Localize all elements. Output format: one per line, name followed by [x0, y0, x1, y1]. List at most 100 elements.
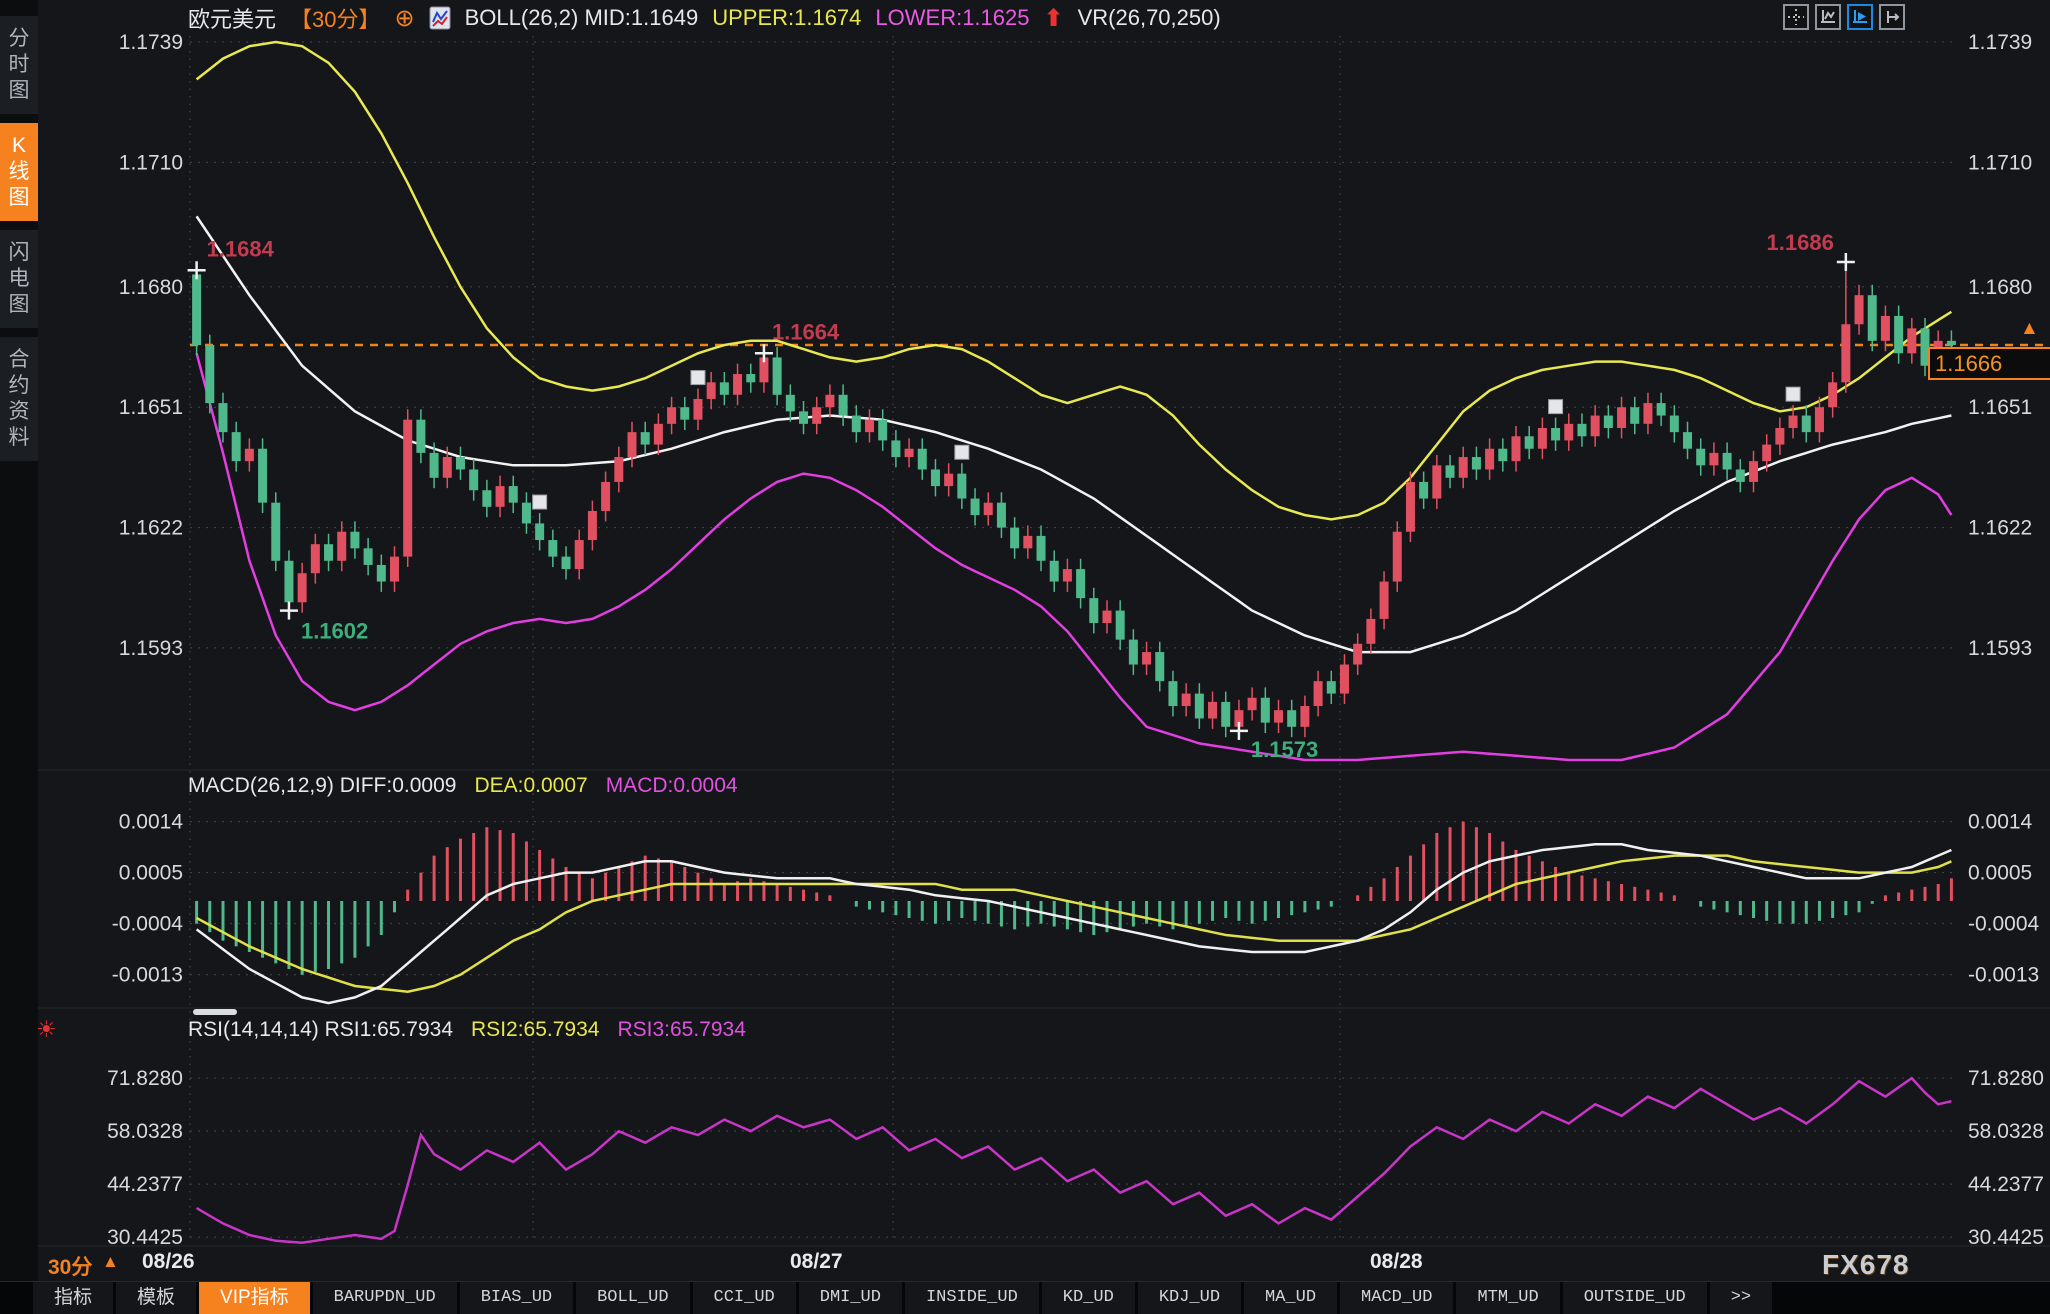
rsi2-value: RSI2:65.7934 — [471, 1018, 599, 1042]
candle-body — [667, 407, 676, 424]
macd-axis-label: 0.0005 — [119, 862, 183, 885]
tab-[interactable]: 指标 — [33, 1282, 113, 1314]
candle-body — [509, 486, 518, 503]
rsi-axis-label: 58.0328 — [107, 1120, 183, 1143]
candle-body — [522, 503, 531, 524]
candle-body — [720, 382, 729, 394]
candle-body — [1709, 453, 1718, 465]
macd-axis-label: -0.0013 — [1968, 964, 2039, 987]
tab-vip[interactable]: VIP指标 — [199, 1282, 310, 1314]
candle-body — [1604, 416, 1613, 428]
candle-body — [456, 457, 465, 469]
tab-kdjud[interactable]: KDJ_UD — [1138, 1282, 1241, 1314]
note-flag[interactable] — [691, 371, 705, 385]
candle-body — [205, 345, 214, 403]
candle-body — [350, 532, 359, 549]
tab-[interactable]: >> — [1710, 1282, 1772, 1314]
note-flag[interactable] — [955, 445, 969, 459]
chart-canvas[interactable]: 1.16841.16021.16641.15731.16861.17391.17… — [0, 0, 2050, 1314]
note-flag[interactable] — [533, 495, 547, 509]
candle-body — [535, 523, 544, 540]
candle-body — [746, 374, 755, 382]
candle-body — [284, 561, 293, 603]
target-icon[interactable]: ⊕ — [395, 4, 415, 33]
tab-mtmud[interactable]: MTM_UD — [1456, 1282, 1559, 1314]
candle-body — [218, 403, 227, 432]
candlestick-chart-icon[interactable] — [429, 6, 451, 30]
sidebar-item-3[interactable]: 合约资料 — [0, 337, 38, 461]
axis-chart-icon[interactable] — [1815, 4, 1841, 30]
y-axis-label: 1.1680 — [119, 276, 183, 299]
tab-barupdnud[interactable]: BARUPDN_UD — [313, 1282, 457, 1314]
tab-insideud[interactable]: INSIDE_UD — [905, 1282, 1039, 1314]
sidebar-item-1[interactable]: K线图 — [0, 123, 38, 221]
note-flag[interactable] — [1549, 400, 1563, 414]
shift-right-icon[interactable] — [1879, 4, 1905, 30]
candle-body — [271, 503, 280, 561]
tab-macdud[interactable]: MACD_UD — [1340, 1282, 1453, 1314]
alert-sun-icon[interactable]: ☀ — [36, 1016, 57, 1043]
axis-play-icon[interactable] — [1847, 4, 1873, 30]
candle-body — [1116, 611, 1125, 640]
note-flag[interactable] — [1786, 387, 1800, 401]
candle-body — [918, 449, 927, 470]
tab-kdud[interactable]: KD_UD — [1042, 1282, 1135, 1314]
y-axis-label: 1.1651 — [119, 396, 183, 419]
rsi-axis-label: 44.2377 — [107, 1173, 183, 1196]
x-axis-date: 08/26 — [142, 1250, 195, 1274]
up-arrow-icon: ⬆ — [1043, 4, 1063, 33]
candle-body — [878, 420, 887, 441]
candle-body — [601, 482, 610, 511]
y-axis-label: 1.1593 — [1968, 637, 2032, 660]
tab-biasud[interactable]: BIAS_UD — [460, 1282, 573, 1314]
candle-body — [839, 395, 848, 416]
x-axis-date: 08/27 — [790, 1250, 843, 1274]
period-label[interactable]: 【30分】 — [290, 2, 380, 34]
price-marker-label: 1.1602 — [301, 619, 368, 644]
tab-outsideud[interactable]: OUTSIDE_UD — [1563, 1282, 1707, 1314]
panel-resize-handle[interactable] — [193, 1009, 237, 1015]
candle-body — [891, 440, 900, 457]
sidebar-item-0[interactable]: 分时图 — [0, 16, 38, 114]
candle-body — [364, 548, 373, 565]
candle-body — [1459, 457, 1468, 478]
candle-body — [496, 486, 505, 507]
candle-body — [1261, 698, 1270, 723]
candle-body — [680, 407, 689, 419]
crosshair-icon[interactable] — [1783, 4, 1809, 30]
candle-body — [1907, 328, 1916, 353]
tab-cciud[interactable]: CCI_UD — [693, 1282, 796, 1314]
candle-body — [1050, 561, 1059, 582]
candle-body — [1538, 428, 1547, 449]
tab-maud[interactable]: MA_UD — [1244, 1282, 1337, 1314]
footer-period-caret-icon[interactable]: ▲ — [102, 1252, 119, 1272]
candle-body — [1380, 582, 1389, 619]
candle-body — [852, 416, 861, 433]
candle-body — [1630, 407, 1639, 424]
sidebar-item-2[interactable]: 闪电图 — [0, 230, 38, 328]
candle-body — [232, 432, 241, 461]
rsi-axis-label: 58.0328 — [1968, 1120, 2044, 1143]
footer-period[interactable]: 30分 — [48, 1251, 92, 1281]
candle-body — [1076, 569, 1085, 598]
y-axis-label: 1.1680 — [1968, 276, 2032, 299]
tab-dmiud[interactable]: DMI_UD — [799, 1282, 902, 1314]
candle-body — [693, 399, 702, 420]
candle-body — [1432, 465, 1441, 498]
candle-body — [482, 490, 491, 507]
candle-body — [1248, 698, 1257, 710]
tab-[interactable]: 模板 — [116, 1282, 196, 1314]
price-marker-label: 1.1664 — [772, 319, 840, 344]
candle-body — [1512, 436, 1521, 461]
candle-body — [773, 357, 782, 394]
candle-body — [192, 274, 201, 345]
tab-bollud[interactable]: BOLL_UD — [576, 1282, 689, 1314]
candle-body — [377, 565, 386, 582]
candle-body — [1221, 702, 1230, 727]
candle-body — [1551, 428, 1560, 440]
candle-body — [1182, 694, 1191, 706]
candle-body — [1406, 482, 1415, 532]
rsi-axis-label: 71.8280 — [1968, 1067, 2044, 1090]
candle-body — [1023, 536, 1032, 548]
candle-body — [1643, 403, 1652, 424]
